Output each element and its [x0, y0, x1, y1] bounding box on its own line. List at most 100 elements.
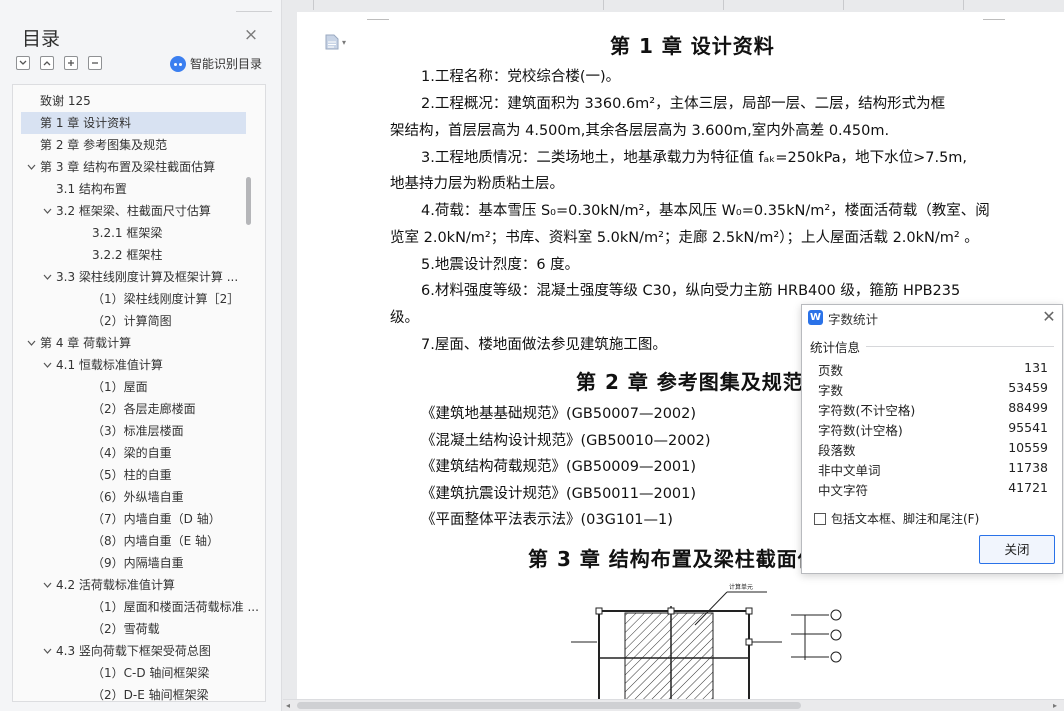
toc-item[interactable]: 第 3 章 结构布置及梁柱截面估算 [40, 156, 215, 178]
stat-row: 字符数(计空格) 95541 [818, 418, 1048, 438]
toc-item[interactable]: 3.3 梁柱线刚度计算及框架计算 ... [56, 266, 238, 288]
toc-item-label: 3.3 梁柱线刚度计算及框架计算 ... [56, 270, 239, 284]
toc-tree: 致谢 125 第 1 章 设计资料第 2 章 参考图集及规范第 3 章 结构布置及… [12, 84, 266, 702]
toc-item[interactable]: （2）各层走廊楼面 [92, 398, 196, 420]
toc-item[interactable]: （7）内墙自重（D 轴） [92, 508, 221, 530]
stat-row: 非中文单词 11738 [818, 458, 1048, 478]
toc-item-label: （2）D-E 轴间框架梁 [92, 688, 209, 702]
dialog-close-icon[interactable]: ✕ [1040, 308, 1058, 326]
scroll-right-icon[interactable]: ▸ [1053, 701, 1057, 710]
toc-item[interactable]: 3.1 结构布置 [56, 178, 127, 200]
toc-item-label: （2）计算简图 [92, 314, 172, 328]
chevron-down-icon[interactable] [25, 156, 37, 178]
toc-item[interactable]: （8）内墙自重（E 轴） [92, 530, 219, 552]
toc-item[interactable]: 第 1 章 设计资料 [21, 112, 246, 134]
chevron-down-icon[interactable] [41, 354, 53, 376]
stat-row: 中文字符 41721 [818, 478, 1048, 498]
close-button[interactable]: 关闭 [979, 535, 1055, 564]
toc-item-label: 4.2 活荷载标准值计算 [56, 578, 175, 592]
scroll-left-icon[interactable]: ◂ [286, 701, 290, 710]
toc-item[interactable]: （2）计算简图 [92, 310, 172, 332]
toc-item[interactable]: （1）屋面 [92, 376, 148, 398]
toc-item[interactable]: 4.1 恒载标准值计算 [56, 354, 163, 376]
toc-item[interactable]: （6）外纵墙自重 [92, 486, 184, 508]
remove-heading-icon[interactable] [88, 56, 102, 70]
toc-item[interactable]: 3.2.2 框架柱 [92, 244, 162, 266]
toc-item[interactable]: （2）D-E 轴间框架梁 [92, 684, 209, 702]
sidebar-top-strip [0, 0, 282, 12]
reference-item: 《建筑抗震设计规范》(GB50011—2001) [421, 485, 697, 502]
stat-label: 段落数 [818, 443, 856, 458]
toc-item[interactable]: （9）内隔墙自重 [92, 552, 184, 574]
dialog-title: 字数统计 [828, 312, 879, 327]
reference-item: 《建筑地基基础规范》(GB50007—2002) [421, 406, 697, 422]
smart-toc-button[interactable]: 智能识别目录 [170, 55, 262, 72]
toc-item[interactable]: （2）雪荷载 [92, 618, 160, 640]
toc-item[interactable]: （3）标准层楼面 [92, 420, 184, 442]
expand-all-icon[interactable] [16, 56, 30, 70]
structure-layout-figure: 计算单元 [571, 583, 842, 699]
checkbox-box[interactable] [814, 512, 826, 525]
paragraph-line: 级。 [390, 310, 419, 326]
checkbox-label: 包括文本框、脚注和尾注(F) [831, 512, 980, 526]
reference-item: 《混凝土结构设计规范》(GB50010—2002) [421, 432, 711, 449]
toc-toolbar [16, 56, 102, 70]
chevron-down-icon[interactable] [41, 200, 53, 222]
toc-item[interactable]: （1）C-D 轴间框架梁 [92, 662, 209, 684]
toc-item-label: （6）外纵墙自重 [92, 490, 184, 504]
app-window: 目录 × 智能识别目录 致谢 125 第 1 章 设计资料第 2 章 参考图集及规… [0, 0, 1064, 711]
toc-item-label: （1）屋面 [92, 380, 148, 394]
dialog-header: W 字数统计 ✕ [802, 305, 1062, 331]
collapse-all-icon[interactable] [40, 56, 54, 70]
top-ruler [283, 0, 1064, 12]
stat-value: 11738 [1008, 460, 1048, 475]
stat-row: 页数 131 [818, 358, 1048, 378]
include-textbox-footnotes-checkbox[interactable]: 包括文本框、脚注和尾注(F) [814, 510, 979, 527]
document-menu-icon[interactable]: ▾ [325, 34, 346, 50]
toc-sidebar: 目录 × 智能识别目录 致谢 125 第 1 章 设计资料第 2 章 参考图集及规… [0, 0, 282, 711]
toc-item-label: （3）标准层楼面 [92, 424, 184, 438]
toc-item[interactable]: （4）梁的自重 [92, 442, 172, 464]
toc-item[interactable]: 4.3 竖向荷载下框架受荷总图 [56, 640, 211, 662]
stat-row: 字数 53459 [818, 378, 1048, 398]
stat-label: 字符数(不计空格) [818, 403, 916, 418]
page-corner-mark [983, 12, 1005, 20]
toc-item[interactable]: （5）柱的自重 [92, 464, 172, 486]
toc-item[interactable]: （1）屋面和楼面活荷载标准 ... [92, 596, 259, 618]
toc-item[interactable]: 3.2 框架梁、柱截面尺寸估算 [56, 200, 211, 222]
toc-item[interactable]: 致谢 125 [40, 90, 91, 112]
toc-item[interactable]: 第 2 章 参考图集及规范 [40, 134, 167, 156]
toc-item-label: 第 3 章 结构布置及梁柱截面估算 [40, 160, 216, 174]
paragraph-line: 览室 2.0kN/m²；书库、资料室 5.0kN/m²；走廊 2.5kN/m²）… [390, 230, 979, 246]
chevron-down-icon[interactable] [41, 574, 53, 596]
stat-value: 95541 [1008, 420, 1048, 435]
toc-item-label: 3.2.2 框架柱 [92, 248, 163, 262]
toc-scrollbar[interactable] [246, 177, 251, 225]
paragraph-line: 架结构，首层层高为 4.500m,其余各层层高为 3.600m,室内外高差 0.… [390, 123, 890, 139]
toc-item-label: （4）梁的自重 [92, 446, 172, 460]
toc-item[interactable]: （1）梁柱线刚度计算［2］ [92, 288, 239, 310]
sidebar-close-icon[interactable]: × [243, 27, 259, 44]
figure-calc-unit-label: 计算单元 [729, 583, 753, 591]
paragraph-line: 1.工程名称：党校综合楼(一)。 [421, 69, 621, 85]
add-heading-icon[interactable] [64, 56, 78, 70]
toc-item[interactable]: 4.2 活荷载标准值计算 [56, 574, 175, 596]
horizontal-scroll-thumb[interactable] [297, 702, 801, 709]
paragraph-line: 5.地震设计烈度：6 度。 [421, 257, 580, 273]
wps-writer-logo-icon: W [808, 310, 823, 325]
sidebar-title: 目录 [22, 28, 61, 50]
reference-item: 《平面整体平法表示法》(03G101—1) [421, 512, 673, 528]
toc-item-label: 3.2 框架梁、柱截面尺寸估算 [56, 204, 211, 218]
toc-item[interactable]: 第 4 章 荷载计算 [40, 332, 131, 354]
toc-item-label: （1）屋面和楼面活荷载标准 ... [92, 600, 259, 614]
chapter-2-title: 第 2 章 参考图集及规范 [576, 370, 804, 394]
horizontal-scrollbar[interactable]: ◂ ▸ [283, 699, 1064, 711]
toc-item-label: （5）柱的自重 [92, 468, 172, 482]
stat-row: 段落数 10559 [818, 438, 1048, 458]
toc-item-label: 4.1 恒载标准值计算 [56, 358, 163, 372]
chevron-down-icon[interactable] [25, 332, 37, 354]
chevron-down-icon[interactable] [41, 640, 53, 662]
chevron-down-icon[interactable] [41, 266, 53, 288]
toc-item[interactable]: 3.2.1 框架梁 [92, 222, 162, 244]
smart-toc-icon [170, 55, 186, 72]
